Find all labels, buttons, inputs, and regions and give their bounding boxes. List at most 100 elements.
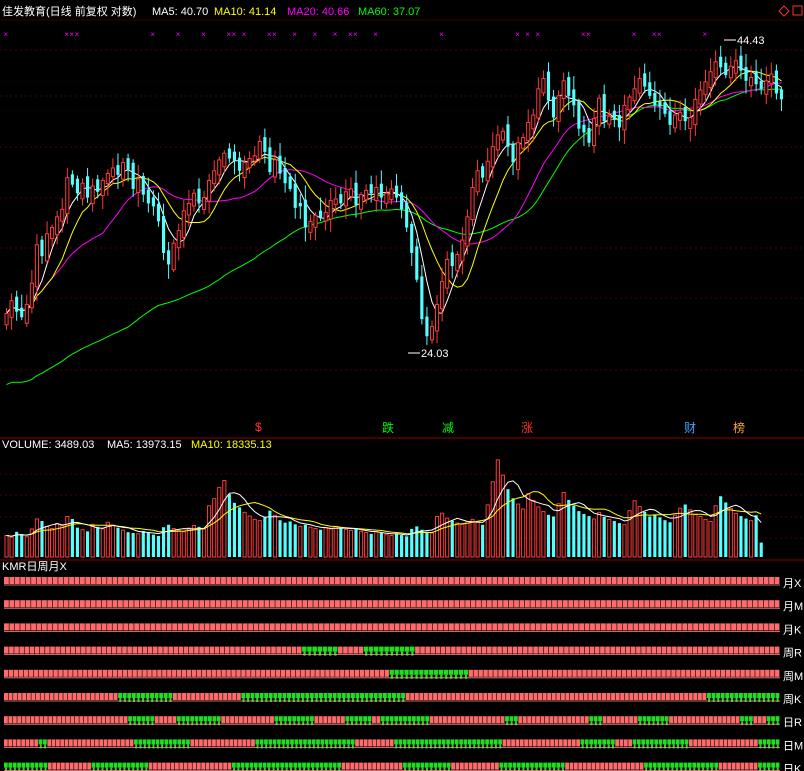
kmr-cell-green <box>268 739 273 745</box>
kmr-cell-green-tick <box>417 721 420 726</box>
kmr-cell-green <box>337 739 342 745</box>
kmr-cell-green <box>379 646 384 652</box>
kmr-cell-red <box>687 646 693 654</box>
event-marker-rise[interactable]: 涨 <box>521 420 533 435</box>
kmr-cell-red <box>41 600 47 608</box>
kmr-cell-green <box>253 762 258 768</box>
volume-bar <box>257 520 262 558</box>
kmr-cell-red <box>355 739 359 747</box>
kmr-cell-green <box>360 693 365 698</box>
volume-bar <box>268 510 272 557</box>
kmr-cell-red <box>676 577 682 584</box>
kmr-cell-red <box>532 669 538 677</box>
candle-body-down <box>20 307 24 318</box>
kmr-cell-red <box>351 600 357 608</box>
kmr-cell-red <box>246 739 251 747</box>
kmr-cell-red <box>731 762 736 770</box>
kmr-cell-green <box>294 739 299 745</box>
kmr-cell-green-tick <box>315 698 318 702</box>
signal-x-mark: × <box>632 30 637 39</box>
kmr-cell-red <box>538 646 544 654</box>
kmr-cell-green-tick <box>581 744 584 749</box>
volume-bar <box>551 516 556 557</box>
event-marker-fall[interactable]: 跌 <box>382 420 394 435</box>
kmr-cell-red <box>486 762 491 770</box>
kmr-cell-green-tick <box>395 721 398 726</box>
event-marker-finance[interactable]: 财 <box>684 421 696 435</box>
kmr-cell-green-tick <box>406 651 409 656</box>
kmr-cell-green <box>306 762 311 768</box>
kmr-cell-red <box>384 669 389 677</box>
kmr-cell-red <box>88 716 93 724</box>
kmr-cell-red <box>286 646 292 654</box>
kmr-cell-red <box>563 739 567 747</box>
event-marker-dividend[interactable]: $ <box>255 420 262 434</box>
kmr-cell-red <box>611 669 617 677</box>
candle-body-down <box>394 185 399 198</box>
volume-ma5-label: MA5: 13973.15 <box>107 439 182 451</box>
kmr-cell-red <box>233 739 238 747</box>
kmr-cell-red <box>215 623 221 631</box>
candle-body-up <box>485 160 490 182</box>
kmr-cell-red <box>128 600 134 608</box>
candle-body-up <box>65 177 70 215</box>
kmr-cell-red <box>476 600 481 608</box>
kmr-cell-green-tick <box>293 721 296 726</box>
volume-bar <box>263 517 267 557</box>
kmr-cell-red <box>79 600 85 608</box>
kmr-cell-red <box>190 739 195 747</box>
candle-body-down <box>567 77 571 96</box>
kmr-cell-green <box>307 646 312 652</box>
candle-body-up <box>186 202 191 216</box>
kmr-cell-red <box>702 646 708 654</box>
kmr-cell-green-tick <box>772 698 775 702</box>
kmr-cell-red <box>775 669 780 677</box>
kmr-cell-red <box>12 716 17 724</box>
kmr-row-label: 周M <box>783 670 803 683</box>
kmr-cell-green-tick <box>677 744 679 749</box>
kmr-cell-red <box>63 577 69 584</box>
volume-bar <box>572 505 576 557</box>
kmr-cell-red <box>574 646 579 654</box>
kmr-cell-green <box>415 739 420 745</box>
kmr-cell-red <box>97 669 103 677</box>
kmr-cell-red <box>410 577 416 584</box>
kmr-cell-red <box>560 693 565 700</box>
kmr-cell-red <box>358 646 364 654</box>
kmr-cell-red <box>454 623 460 631</box>
kmr-cell-green <box>354 716 359 722</box>
event-marker-reduce[interactable]: 减 <box>442 421 454 435</box>
kmr-cell-green-tick <box>744 698 747 702</box>
kmr-cell-red <box>758 600 764 608</box>
kmr-cell-green-tick <box>510 721 513 726</box>
event-marker-list[interactable]: 榜 <box>733 420 745 435</box>
kmr-cell-green <box>137 716 141 722</box>
kmr-cell-green <box>602 739 606 745</box>
volume-bar <box>237 507 242 557</box>
kmr-cell-red <box>633 623 639 631</box>
kmr-cell-green <box>438 762 442 768</box>
kmr-cell-red <box>590 577 595 584</box>
kmr-cell-red <box>576 716 580 724</box>
kmr-cell-red <box>383 577 389 584</box>
kmr-cell-red <box>19 646 24 654</box>
kmr-cell-red <box>215 600 221 608</box>
kmr-cell-red <box>53 669 58 677</box>
volume-bar <box>141 530 145 557</box>
kmr-cell-green-tick <box>758 698 761 702</box>
kmr-cell-green-tick <box>410 674 413 679</box>
kmr-cell-red <box>4 693 8 700</box>
kmr-cell-red <box>459 623 465 631</box>
kmr-cell-red <box>9 623 15 631</box>
kmr-cell-green <box>131 762 135 768</box>
volume-bar <box>506 489 510 557</box>
candle-body-down <box>303 199 307 228</box>
kmr-cell-red <box>487 693 492 700</box>
kmr-cell-green <box>250 693 255 698</box>
kmr-cell-green-tick <box>390 674 393 679</box>
kmr-cell-green <box>155 739 160 745</box>
candle-body-up <box>90 185 95 205</box>
signal-x-mark: × <box>74 30 79 39</box>
signal-x-mark: × <box>525 30 530 39</box>
candle-body-up <box>272 159 278 178</box>
